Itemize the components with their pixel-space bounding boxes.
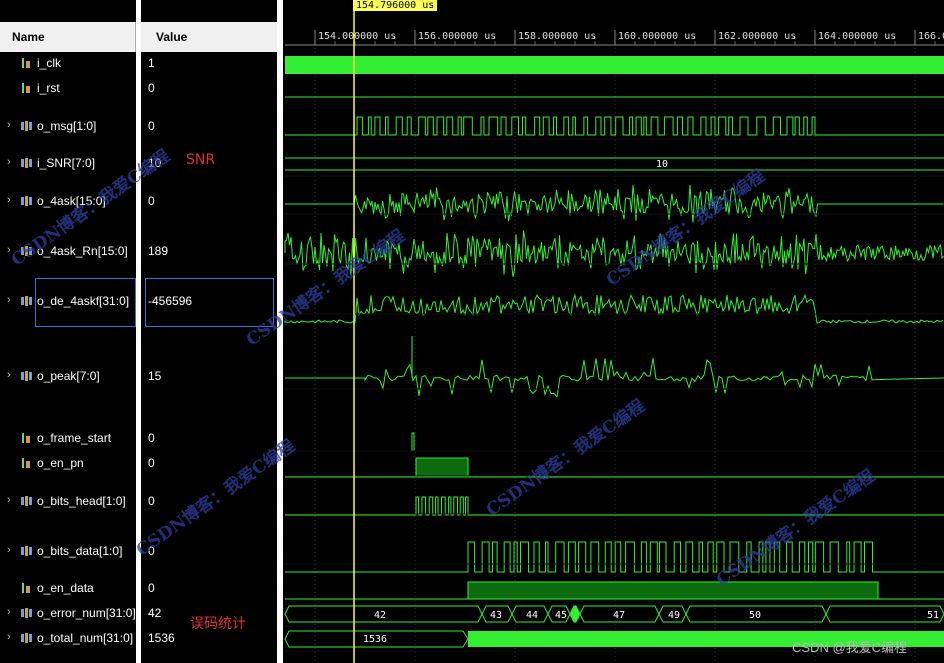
cursor-time-label[interactable]: 154.796000 us (353, 0, 438, 11)
time-tick-label: 162.000000 us (718, 31, 796, 42)
time-tick-label: 166.0 (918, 31, 944, 42)
time-tick-label: 160.000000 us (618, 31, 696, 42)
error-bus-value: 50 (749, 610, 761, 621)
waveform-viewer: Name Value i_clk 1 i_rst 0 › o_msg[1:0] 0 › i_SN… (0, 0, 944, 663)
waveform-canvas[interactable]: 154.000000 us 156.000000 us 158.000000 us 1… (0, 0, 944, 663)
ask-wave (285, 184, 944, 223)
time-tick-label: 158.000000 us (518, 31, 596, 42)
en-pn-high (415, 457, 469, 478)
error-bus-value: 44 (526, 610, 538, 621)
error-bus-value: 42 (374, 610, 386, 621)
error-bus-value: 45 (555, 610, 567, 621)
de-askf-wave (284, 293, 944, 324)
peak-wave (285, 358, 944, 398)
en-data-high (467, 581, 879, 600)
error-bus-value: 49 (668, 610, 680, 621)
time-tick-label: 154.000000 us (318, 31, 396, 42)
footer-credit: CSDN @我爱C编程 (792, 640, 908, 655)
time-tick-label: 156.000000 us (418, 31, 496, 42)
error-bus-value: 43 (490, 610, 502, 621)
error-stats-annotation: 误码统计 (190, 616, 246, 632)
snr-bus-value: 10 (656, 159, 668, 170)
error-bus-value: 47 (613, 610, 625, 621)
clk-wave (285, 56, 944, 74)
error-bus-value: 51 (927, 610, 939, 621)
time-tick-label: 164.000000 us (818, 31, 896, 42)
snr-annotation: SNR (186, 152, 216, 168)
error-bus-segment (569, 605, 581, 623)
total-bus-value: 1536 (363, 634, 387, 645)
